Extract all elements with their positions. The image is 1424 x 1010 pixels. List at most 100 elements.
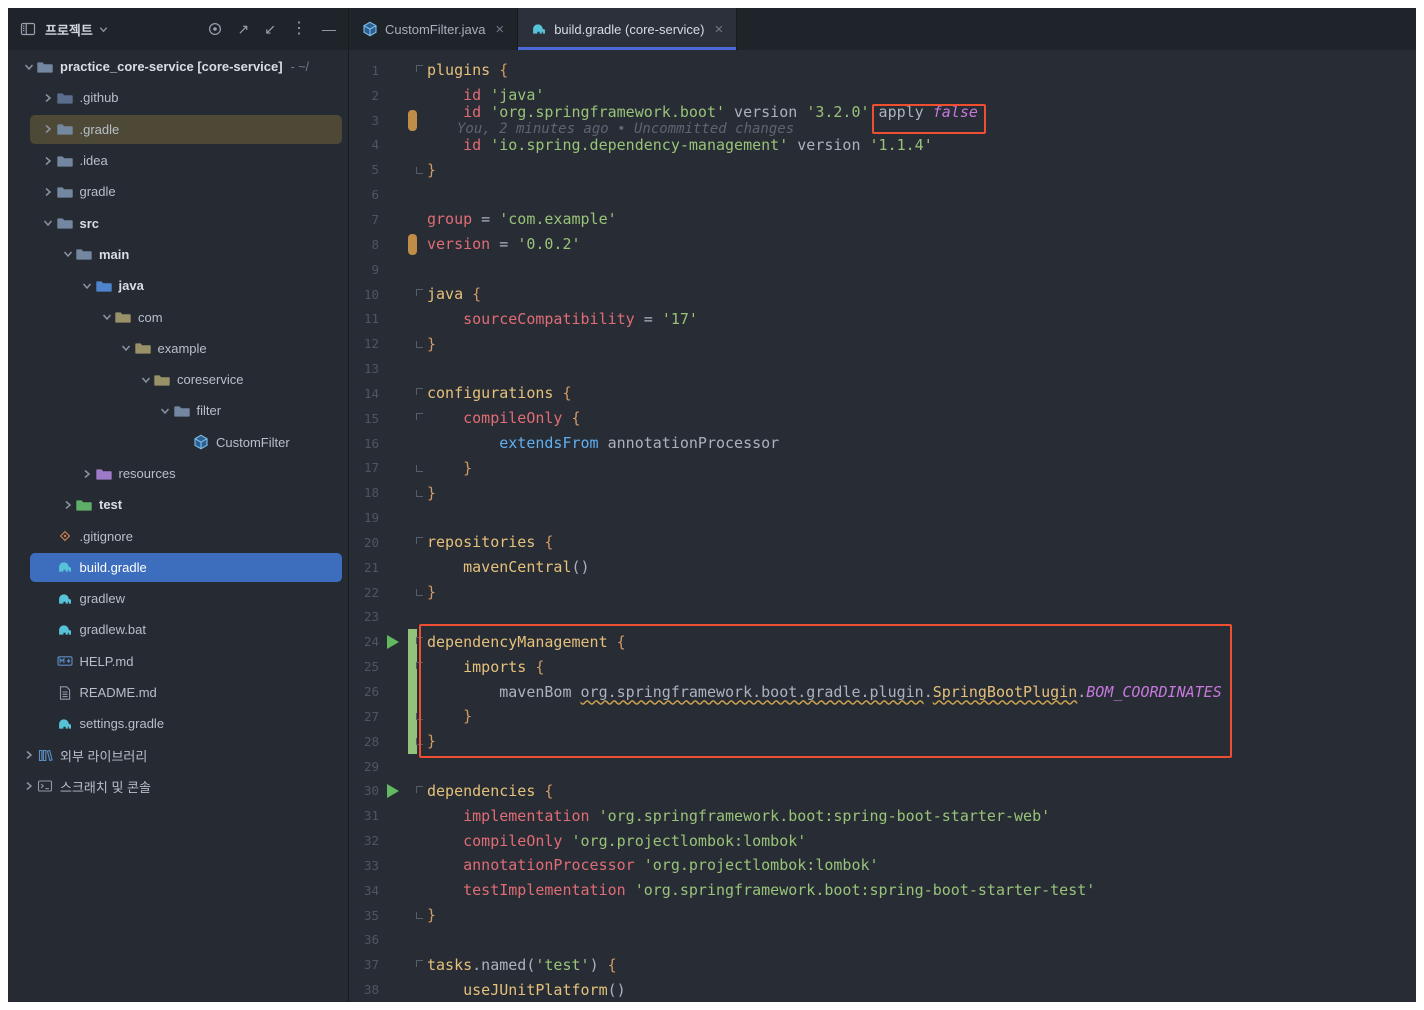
fold-end-marker[interactable] (416, 912, 423, 920)
line-number[interactable]: 38 (349, 982, 379, 997)
code-line-37[interactable]: 37 tasks.named('test') { (349, 952, 1416, 977)
code-line-20[interactable]: 20 repositories { (349, 530, 1416, 555)
line-number[interactable]: 32 (349, 833, 379, 848)
tree-item-gradle-4[interactable]: gradle (8, 176, 348, 207)
collapse-arrow-icon[interactable]: ↙ (264, 22, 276, 36)
tree-item-settings.gradle-21[interactable]: settings.gradle (8, 708, 348, 739)
tree-item-java-7[interactable]: java (8, 270, 348, 301)
chevron-collapsed-icon[interactable] (40, 153, 57, 169)
tool-window-icon[interactable] (20, 21, 36, 37)
fold-start-marker[interactable] (416, 959, 423, 967)
line-number[interactable]: 25 (349, 659, 379, 674)
tree-item-.gradle-2[interactable]: .gradle (8, 114, 348, 145)
code-line-36[interactable]: 36 (349, 928, 1416, 953)
added-lines-marker[interactable] (408, 679, 417, 704)
line-number[interactable]: 27 (349, 709, 379, 724)
code-line-24[interactable]: 24 dependencyManagement { (349, 629, 1416, 655)
code-line-30[interactable]: 30 dependencies { (349, 778, 1416, 803)
code-line-4[interactable]: 4 id 'io.spring.dependency-management' v… (349, 133, 1416, 158)
tree-item-item-23[interactable]: 스크래치 및 콘솔 (8, 771, 348, 802)
tree-item-gradlew-17[interactable]: gradlew (8, 583, 348, 614)
fold-end-marker[interactable] (416, 464, 423, 472)
line-number[interactable]: 36 (349, 932, 379, 947)
chevron-expanded-icon[interactable] (20, 59, 37, 75)
fold-start-marker[interactable] (416, 537, 423, 545)
code-line-26[interactable]: 26 mavenBom org.springframework.boot.gra… (349, 679, 1416, 704)
line-number[interactable]: 15 (349, 411, 379, 426)
tree-item-.idea-3[interactable]: .idea (8, 145, 348, 176)
chevron-expanded-icon[interactable] (157, 403, 174, 419)
code-line-7[interactable]: 7 group = 'com.example' (349, 207, 1416, 232)
line-number[interactable]: 5 (349, 162, 379, 177)
line-number[interactable]: 17 (349, 460, 379, 475)
chevron-expanded-icon[interactable] (59, 246, 76, 262)
line-number[interactable]: 20 (349, 535, 379, 550)
line-number[interactable]: 30 (349, 783, 379, 798)
modified-lines-marker[interactable] (408, 109, 417, 131)
code-line-38[interactable]: 38 useJUnitPlatform() (349, 977, 1416, 1002)
line-number[interactable]: 2 (349, 88, 379, 103)
code-line-28[interactable]: 28} (349, 728, 1416, 754)
chevron-collapsed-icon[interactable] (20, 747, 37, 763)
chevron-expanded-icon[interactable] (40, 215, 57, 231)
line-number[interactable]: 1 (349, 63, 379, 78)
line-number[interactable]: 16 (349, 436, 379, 451)
tree-item-customfilter-12[interactable]: CustomFilter (8, 427, 348, 458)
line-number[interactable]: 37 (349, 957, 379, 972)
tab-customfilter.java[interactable]: CustomFilter.java × (349, 8, 519, 50)
chevron-down-icon[interactable] (98, 24, 109, 35)
line-number[interactable]: 29 (349, 759, 379, 774)
fold-start-marker[interactable] (416, 388, 423, 396)
line-number[interactable]: 10 (349, 287, 379, 302)
code-line-10[interactable]: 10 java { (349, 282, 1416, 307)
run-icon[interactable] (387, 634, 399, 649)
tab-close-icon[interactable]: × (495, 21, 504, 38)
line-number[interactable]: 12 (349, 336, 379, 351)
line-number[interactable]: 35 (349, 908, 379, 923)
tree-item-coreservice-10[interactable]: coreservice (8, 364, 348, 395)
line-number[interactable]: 28 (349, 734, 379, 749)
code-line-33[interactable]: 33 annotationProcessor 'org.projectlombo… (349, 853, 1416, 878)
fold-start-marker[interactable] (416, 65, 423, 73)
chevron-collapsed-icon[interactable] (79, 466, 96, 482)
chevron-collapsed-icon[interactable] (59, 497, 76, 513)
line-number[interactable]: 3 (349, 113, 379, 128)
line-number[interactable]: 11 (349, 311, 379, 326)
line-number[interactable]: 9 (349, 262, 379, 277)
code-line-21[interactable]: 21 mavenCentral() (349, 555, 1416, 580)
code-line-12[interactable]: 12} (349, 331, 1416, 356)
fold-end-marker[interactable] (416, 713, 423, 721)
line-number[interactable]: 34 (349, 883, 379, 898)
tree-item-test-14[interactable]: test (8, 489, 348, 520)
line-number[interactable]: 7 (349, 212, 379, 227)
line-number[interactable]: 19 (349, 510, 379, 525)
code-line-16[interactable]: 16 extendsFrom annotationProcessor (349, 431, 1416, 456)
code-line-8[interactable]: 8 version = '0.0.2' (349, 232, 1416, 257)
line-number[interactable]: 4 (349, 137, 379, 152)
code-line-23[interactable]: 23 (349, 605, 1416, 630)
code-line-34[interactable]: 34 testImplementation 'org.springframewo… (349, 878, 1416, 903)
code-line-3[interactable]: 3 id 'org.springframework.boot' version … (349, 103, 1416, 137)
tree-item-readme.md-20[interactable]: README.md (8, 677, 348, 708)
tree-item-com-8[interactable]: com (8, 301, 348, 332)
code-line-29[interactable]: 29 (349, 754, 1416, 779)
fold-end-marker[interactable] (416, 340, 423, 348)
code-line-31[interactable]: 31 implementation 'org.springframework.b… (349, 803, 1416, 828)
more-options-icon[interactable]: ⋮ (291, 21, 307, 37)
chevron-expanded-icon[interactable] (118, 340, 135, 356)
line-number[interactable]: 31 (349, 808, 379, 823)
tree-item-practice-core-service-core-service-0[interactable]: practice_core-service [core-service] - ~/ (8, 51, 348, 82)
chevron-collapsed-icon[interactable] (40, 121, 57, 137)
line-number[interactable]: 14 (349, 386, 379, 401)
fold-end-marker[interactable] (416, 166, 423, 174)
chevron-expanded-icon[interactable] (79, 278, 96, 294)
hide-panel-icon[interactable]: — (322, 22, 336, 36)
code-line-18[interactable]: 18} (349, 480, 1416, 505)
line-number[interactable]: 33 (349, 858, 379, 873)
tree-item-build.gradle-16[interactable]: build.gradle (8, 552, 348, 583)
fold-end-marker[interactable] (416, 589, 423, 597)
tree-item-item-22[interactable]: 외부 라이브러리 (8, 740, 348, 771)
code-line-14[interactable]: 14 configurations { (349, 381, 1416, 406)
tree-item-main-6[interactable]: main (8, 239, 348, 270)
line-number[interactable]: 21 (349, 560, 379, 575)
